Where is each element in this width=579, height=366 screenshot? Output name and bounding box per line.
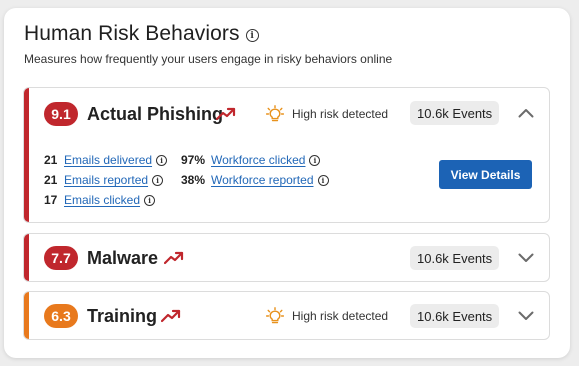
workforce-clicked-link[interactable]: Workforce clicked [211, 153, 305, 167]
card-subtitle: Measures how frequently your users engag… [24, 52, 393, 66]
panel-header[interactable]: 9.1 Actual Phishing High risk detected 1… [24, 88, 549, 134]
info-icon[interactable]: i [144, 194, 156, 206]
behavior-title: Training [87, 306, 158, 326]
info-icon[interactable]: i [245, 29, 259, 42]
trend-up-icon [164, 251, 184, 265]
metric-value: 21 [44, 153, 58, 167]
metric-row: 97% Workforce clicked i [181, 150, 329, 170]
emails-delivered-link[interactable]: Emails delivered [64, 153, 152, 167]
risk-status: High risk detected [266, 105, 388, 123]
emails-reported-link[interactable]: Emails reported [64, 173, 148, 187]
human-risk-card: Human Risk Behaviors i Measures how freq… [4, 8, 570, 358]
workforce-reported-link[interactable]: Workforce reported [211, 173, 314, 187]
trend-up-icon [161, 309, 181, 323]
lightbulb-icon [266, 105, 284, 122]
metric-row: 17 Emails clicked i [44, 190, 167, 210]
metric-value: 17 [44, 193, 58, 207]
metrics-list-left: 21 Emails delivered i 21 Emails reported… [44, 150, 168, 210]
panel-header[interactable]: 6.3 Training High risk detected 10.6k Ev… [24, 292, 549, 338]
info-icon[interactable]: i [309, 154, 321, 166]
card-header: Human Risk Behaviors i [24, 22, 259, 46]
events-count-badge: 10.6k Events [410, 101, 500, 125]
events-count-badge: 10.6k Events [410, 304, 500, 328]
chevron-down-icon[interactable] [518, 253, 534, 263]
behavior-title: Malware [87, 248, 159, 268]
risk-status-label: High risk detected [292, 107, 389, 121]
events-count-badge: 10.6k Events [410, 246, 500, 270]
risk-status: High risk detected [266, 307, 388, 325]
trend-up-icon [216, 107, 236, 121]
info-icon[interactable]: i [317, 174, 329, 186]
metric-value: 21 [44, 173, 58, 187]
metric-row: 21 Emails reported i [44, 170, 167, 190]
emails-clicked-link[interactable]: Emails clicked [64, 193, 140, 207]
chevron-up-icon[interactable] [518, 108, 534, 118]
behavior-panel-actual-phishing: 9.1 Actual Phishing High risk detected 1… [23, 87, 550, 223]
metric-value: 38% [181, 173, 206, 187]
info-icon[interactable]: i [152, 174, 164, 186]
risk-score-badge: 7.7 [44, 246, 78, 270]
lightbulb-icon [266, 307, 284, 324]
metrics-list-right: 97% Workforce clicked i 38% Workforce re… [181, 150, 329, 190]
behavior-title: Actual Phishing [87, 104, 224, 124]
risk-score-badge: 6.3 [44, 304, 78, 328]
behavior-panel-malware: 7.7 Malware 10.6k Events [23, 233, 550, 282]
risk-status-label: High risk detected [292, 309, 389, 323]
metric-row: 21 Emails delivered i [44, 150, 168, 170]
metric-value: 97% [181, 153, 206, 167]
info-icon[interactable]: i [156, 154, 168, 166]
card-title: Human Risk Behaviors [24, 22, 240, 45]
chevron-down-icon[interactable] [518, 311, 534, 321]
behavior-panel-training: 6.3 Training High risk detected 10.6k Ev… [23, 291, 550, 340]
panel-header[interactable]: 7.7 Malware 10.6k Events [24, 234, 549, 280]
view-details-button[interactable]: View Details [439, 160, 532, 189]
risk-score-badge: 9.1 [44, 102, 78, 126]
metric-row: 38% Workforce reported i [181, 170, 329, 190]
